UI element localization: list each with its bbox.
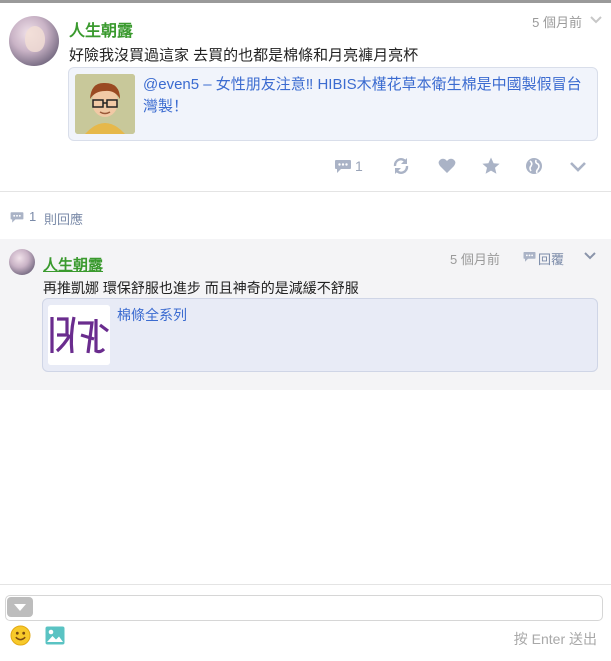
avatar[interactable]: [9, 16, 59, 66]
send-hint: 按 Enter 送出: [513, 631, 597, 647]
reply-link-card[interactable]: 棉條全系列: [42, 298, 598, 372]
image-icon[interactable]: [45, 626, 65, 645]
link-thumbnail: [75, 74, 135, 134]
comment-button[interactable]: 1: [333, 154, 369, 178]
post: 人生朝露 5 個月前 好險我沒買過這家 去買的也都是棉條和月亮褲月亮杯 @eve…: [0, 3, 611, 191]
post-text: 好險我沒買過這家 去買的也都是棉條和月亮褲月亮杯: [69, 47, 419, 64]
comment-count: 1: [355, 158, 363, 174]
reply-count-number: 1: [29, 209, 37, 224]
comment-composer: 按 Enter 送出: [0, 584, 611, 661]
expand-icon[interactable]: [7, 597, 33, 617]
favorite-button[interactable]: [481, 154, 503, 178]
comment-input[interactable]: [5, 595, 603, 621]
like-button[interactable]: [437, 154, 459, 178]
comment-icon: [335, 160, 351, 173]
link-preview-card[interactable]: @even5 – 女性朋友注意‼ HIBIS木槿花草本衛生棉是中國製假冒台灣製！: [68, 67, 598, 141]
globe-icon: [526, 158, 542, 174]
reply-author[interactable]: 人生朝露: [43, 254, 103, 275]
reply: 人生朝露 5 個月前 回覆 再推凱娜 環保舒服也進步 而且神奇的是減緩不舒服 棉…: [0, 239, 611, 390]
chevron-down-icon[interactable]: [589, 13, 603, 27]
avatar[interactable]: [9, 249, 35, 275]
link-title[interactable]: @even5 – 女性朋友注意‼ HIBIS木槿花草本衛生棉是中國製假冒台灣製！: [143, 74, 588, 118]
share-button[interactable]: [391, 154, 413, 178]
visibility-button[interactable]: [524, 154, 546, 178]
post-time: 5 個月前: [532, 15, 582, 30]
reply-count-label: 則回應: [44, 212, 84, 227]
chevron-down-icon: [570, 162, 586, 172]
reply-icon: [523, 252, 536, 262]
post-actions: 1: [0, 154, 611, 178]
kaina-logo: [48, 305, 110, 365]
emoji-icon[interactable]: [10, 625, 31, 646]
more-button[interactable]: [568, 154, 590, 178]
divider: [0, 191, 611, 192]
heart-icon: [438, 158, 456, 173]
reply-text: 再推凱娜 環保舒服也進步 而且神奇的是減緩不舒服: [43, 280, 359, 296]
star-icon: [482, 157, 500, 174]
reply-button-label: 回覆: [538, 252, 565, 267]
post-author[interactable]: 人生朝露: [69, 17, 133, 41]
chevron-down-icon[interactable]: [583, 249, 597, 263]
comment-icon: [10, 212, 24, 223]
reply-link-title[interactable]: 棉條全系列: [117, 305, 187, 325]
share-icon: [393, 158, 409, 174]
reply-time: 5 個月前: [450, 252, 500, 267]
